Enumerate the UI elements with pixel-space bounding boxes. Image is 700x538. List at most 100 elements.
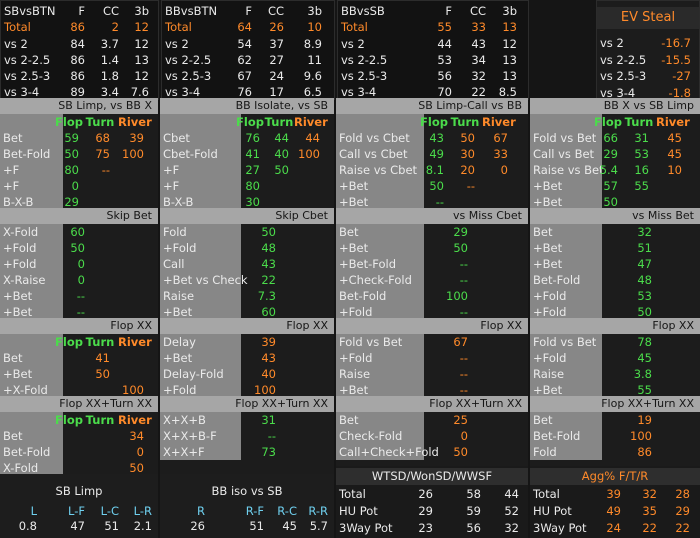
stat-section: Flop XX Delay 39 +Bet 43 Delay-Fold 40 +Fold 100: [160, 318, 334, 398]
stat-value: 47: [637, 257, 652, 271]
table-row: vs 2 44 43 12: [338, 36, 528, 52]
stat-label: Fold: [163, 225, 187, 239]
stats-panel: SB Limp-Call vs BB Flop Turn River Fold vs C…: [336, 98, 528, 474]
stat-row[interactable]: Call 43: [160, 256, 334, 272]
stat-row[interactable]: Fold vs Bet 78: [530, 334, 700, 350]
stat-row[interactable]: Bet-Fold 0: [0, 444, 158, 460]
stat-row[interactable]: +Bet vs Check 22: [160, 272, 334, 288]
stat-row[interactable]: Fold 86: [530, 444, 700, 460]
stat-row[interactable]: X-Fold 50: [0, 460, 158, 474]
stat-value: 40: [261, 367, 276, 381]
wtsd-title: WTSD/WonSD/WWSF: [336, 468, 528, 485]
stat-row[interactable]: Raise --: [336, 366, 528, 382]
stat-row[interactable]: Cbet-Fold 41 40 100: [160, 146, 334, 162]
stat-row[interactable]: +Fold 50: [0, 240, 158, 256]
stat-row[interactable]: Bet-Fold 48: [530, 272, 700, 288]
stat-row[interactable]: Call+Check+Fold 50: [336, 444, 528, 460]
stat-value: 41: [95, 351, 110, 365]
street-header-river: River: [294, 115, 328, 129]
stat-row[interactable]: Delay-Fold 40: [160, 366, 334, 382]
stat-label: Total: [533, 487, 560, 501]
stat-name: L-C: [100, 504, 119, 518]
stat-value: 22: [261, 273, 276, 287]
stat-row[interactable]: Bet 29: [336, 224, 528, 240]
stat-row[interactable]: Call vs Bet 29 53 45: [530, 146, 700, 162]
stat-row[interactable]: Bet 34: [0, 428, 158, 444]
stat-value: 39: [129, 131, 144, 145]
table-row: vs 2-2.5 53 34 13: [338, 52, 528, 68]
stat-value: --: [101, 163, 110, 177]
stat-row[interactable]: +Bet --: [0, 288, 158, 304]
stat-row[interactable]: Raise 7.3: [160, 288, 334, 304]
stat-row[interactable]: +Bet 50: [336, 240, 528, 256]
stat-row[interactable]: Fold 50: [160, 224, 334, 240]
row-label: vs 2.5-3: [341, 69, 388, 83]
ev-steal-row: vs 2.5-3 -27: [597, 68, 699, 84]
street-header-turn: Turn: [624, 115, 654, 129]
stat-row[interactable]: +F 27 50: [160, 162, 334, 178]
stat-row[interactable]: Fold vs Cbet 43 50 67: [336, 130, 528, 146]
total-label: Total: [341, 20, 368, 34]
stat-row[interactable]: Cbet 76 44 44: [160, 130, 334, 146]
stat-row[interactable]: +Fold 45: [530, 350, 700, 366]
stat-row[interactable]: Delay 39: [160, 334, 334, 350]
stat-row[interactable]: +Fold --: [336, 350, 528, 366]
stat-row[interactable]: Bet 41: [0, 350, 158, 366]
stat-row[interactable]: Check-Fold 0: [336, 428, 528, 444]
stat-row[interactable]: Bet 59 68 39: [0, 130, 158, 146]
stat-value: 24: [606, 521, 621, 535]
row-value: 13: [502, 53, 517, 67]
stat-row[interactable]: Fold vs Bet 66 31 45: [530, 130, 700, 146]
stat-row[interactable]: Fold vs Bet 67: [336, 334, 528, 350]
stat-row[interactable]: +Check-Fold --: [336, 272, 528, 288]
stat-value: 53: [634, 147, 649, 161]
stat-row[interactable]: X+X+B-F --: [160, 428, 334, 444]
stat-row[interactable]: Raise vs Bet 5.4 16 10: [530, 162, 700, 178]
stat-row[interactable]: +Bet 47: [530, 256, 700, 272]
stat-row[interactable]: +F 80 --: [0, 162, 158, 178]
stat-row[interactable]: X+X+F 73: [160, 444, 334, 460]
top-table-sbvsbtn: SBvsBTN F CC 3b Total 86 2 12 vs 2 84 3.7 12 vs 2-2.…: [0, 0, 159, 100]
stat-row: HU Pot 49 35 29: [530, 503, 700, 519]
ev-steal-label: vs 2: [600, 36, 624, 50]
stat-row[interactable]: +Bet 50: [0, 366, 158, 382]
top-table-bbvssb: BBvsSB F CC 3b Total 55 33 13 vs 2 44 43 12 vs 2-2.5…: [337, 0, 529, 100]
street-header-flop: Flop: [594, 115, 622, 129]
stat-row[interactable]: Bet 19: [530, 412, 700, 428]
stat-row[interactable]: +Fold 0: [0, 256, 158, 272]
stat-row[interactable]: +Bet 50 --: [336, 178, 528, 194]
street-header-flop: Flop: [420, 115, 448, 129]
stat-value: 75: [95, 147, 110, 161]
stat-label: Fold vs Bet: [533, 335, 597, 349]
stat-value: 50: [64, 147, 79, 161]
stat-row[interactable]: +Bet 51: [530, 240, 700, 256]
stat-value: 68: [95, 131, 110, 145]
stat-label: +Check-Fold: [339, 273, 412, 287]
stat-row[interactable]: Raise 3.8: [530, 366, 700, 382]
stat-row[interactable]: +Fold 53: [530, 288, 700, 304]
row-label: vs 2-2.5: [4, 53, 51, 67]
stat-row[interactable]: Bet-Fold 100: [530, 428, 700, 444]
stat-value: 45: [637, 351, 652, 365]
stat-value: --: [459, 351, 468, 365]
stat-row[interactable]: Call vs Cbet 49 30 33: [336, 146, 528, 162]
stat-value: 51: [249, 519, 264, 533]
stat-label: +Bet: [339, 179, 369, 193]
stat-row[interactable]: Bet-Fold 50 75 100: [0, 146, 158, 162]
stat-row[interactable]: +Fold 48: [160, 240, 334, 256]
stat-row[interactable]: +Bet-Fold --: [336, 256, 528, 272]
stat-row[interactable]: +Bet 43: [160, 350, 334, 366]
stat-row[interactable]: +F 80: [160, 178, 334, 194]
stat-row[interactable]: Raise vs Cbet 8.1 20 0: [336, 162, 528, 178]
stat-row[interactable]: Bet 25: [336, 412, 528, 428]
stat-label: Bet-Fold: [339, 289, 387, 303]
stat-row[interactable]: +F 0: [0, 178, 158, 194]
stat-row[interactable]: X-Fold 60: [0, 224, 158, 240]
column-header: 3b: [502, 4, 517, 18]
stat-row[interactable]: +Bet 57 55: [530, 178, 700, 194]
row-value: 54: [237, 37, 252, 51]
stat-row[interactable]: Bet 32: [530, 224, 700, 240]
stat-row[interactable]: X-Raise 0: [0, 272, 158, 288]
stat-row[interactable]: X+X+B 31: [160, 412, 334, 428]
stat-row[interactable]: Bet-Fold 100: [336, 288, 528, 304]
